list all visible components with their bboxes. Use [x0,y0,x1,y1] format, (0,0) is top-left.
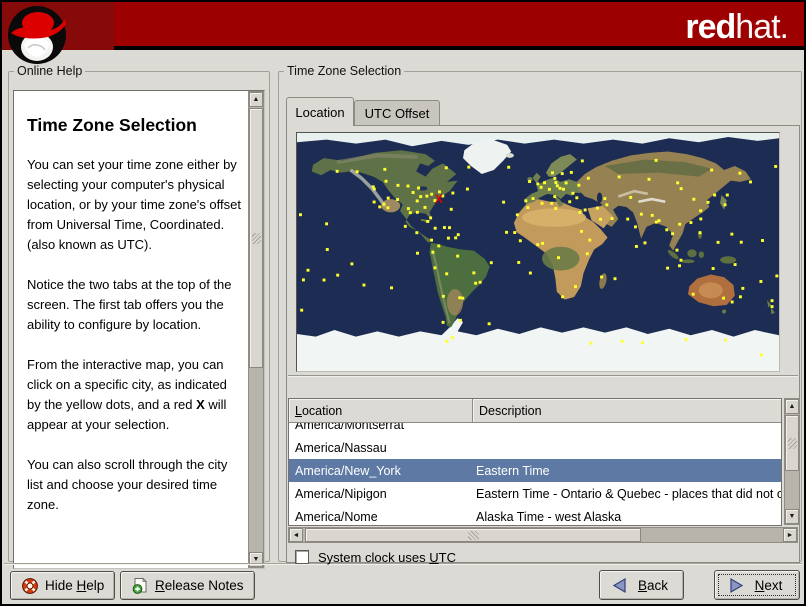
table-vscrollbar-thumb[interactable] [785,415,799,471]
release-notes-button[interactable]: Release Notes [120,571,255,600]
help-title: Time Zone Selection [27,115,197,135]
wordmark-bold: red [685,8,736,46]
utc-checkbox[interactable] [295,550,309,564]
hide-help-button[interactable]: Hide Help [10,571,116,600]
table-row[interactable]: America/Nipigon Eastern Time - Ontario & … [289,482,781,505]
table-row[interactable]: America/Nome Alaska Time - west Alaska [289,505,781,525]
help-paragraph: You can set your time zone either by sel… [27,157,241,252]
timezone-list: America/Montserrat America/Nassau America/… [289,423,781,525]
timezone-selection-frame: Time Zone Selection Location UTC Offset [278,64,802,565]
help-scrollbar-thumb[interactable] [249,108,263,368]
tab-location[interactable]: Location [286,97,354,126]
scroll-left-arrow-icon[interactable]: ◄ [289,528,303,542]
svg-text:X: X [435,192,443,206]
table-horizontal-scrollbar[interactable]: ◄ ► [288,527,798,543]
scroll-down-arrow-icon[interactable]: ▼ [785,509,799,524]
utc-checkbox-row[interactable]: System clock uses UTC [295,547,456,567]
table-vertical-scrollbar[interactable]: ▲ ▼ [784,398,800,525]
life-preserver-icon [21,577,39,595]
table-row[interactable]: America/New_York Eastern Time [289,459,781,482]
help-paragraph: You can also scroll through the city lis… [27,457,228,512]
scroll-right-arrow-icon[interactable]: ► [783,528,797,542]
redhat-wordmark: redhat. [685,8,789,46]
online-help-frame: Online Help Time Zone Selection You can … [8,64,270,569]
hide-help-label: Hide Help [45,578,105,593]
next-label: Next [754,577,783,593]
help-scrollbar[interactable]: ▲ ▼ [248,91,264,568]
help-paragraph: From the interactive map, you can click … [27,357,227,432]
wordmark-light: hat. [735,8,789,46]
back-label: Back [637,577,669,593]
scroll-up-arrow-icon[interactable]: ▲ [785,399,799,414]
help-text: Time Zone Selection You can set your tim… [14,91,247,568]
table-hscrollbar-thumb[interactable] [305,528,641,542]
header-banner: redhat. [2,2,804,50]
column-header-location[interactable]: Location [289,399,473,423]
next-arrow-icon [727,577,744,594]
help-paragraph: Notice the two tabs at the top of the sc… [27,277,232,332]
timezone-frame-label: Time Zone Selection [287,64,402,78]
table-viewport: America/Montserrat America/Nassau America/… [289,423,781,525]
redhat-shadowman-icon [8,6,66,64]
release-notes-label: Release Notes [155,578,244,593]
release-notes-icon [131,577,149,595]
selected-city-marker: X [435,192,443,206]
back-button[interactable]: Back [599,570,684,600]
next-button[interactable]: Next [714,570,800,600]
online-help-label: Online Help [17,64,83,78]
scroll-up-arrow-icon[interactable]: ▲ [249,92,263,107]
tab-utc-offset[interactable]: UTC Offset [354,100,440,126]
table-row[interactable]: America/Montserrat [289,423,781,436]
table-header: Location Description [289,399,781,423]
utc-checkbox-label: System clock uses UTC [318,549,456,565]
timezone-table: Location Description America/Montserrat A… [288,398,782,526]
map-separator [288,375,798,377]
location-tab-page: X Location Description America/Montserra… [286,125,800,565]
back-arrow-icon [612,577,629,594]
help-viewport: Time Zone Selection You can set your tim… [13,90,265,569]
world-map[interactable]: X [296,132,780,372]
table-row[interactable]: America/Nassau [289,436,781,459]
help-paragraphs: You can set your time zone either by sel… [27,155,241,515]
column-header-description[interactable]: Description [473,399,781,423]
anaconda-installer-window: redhat. Online Help Time Zone Selection … [0,0,806,606]
